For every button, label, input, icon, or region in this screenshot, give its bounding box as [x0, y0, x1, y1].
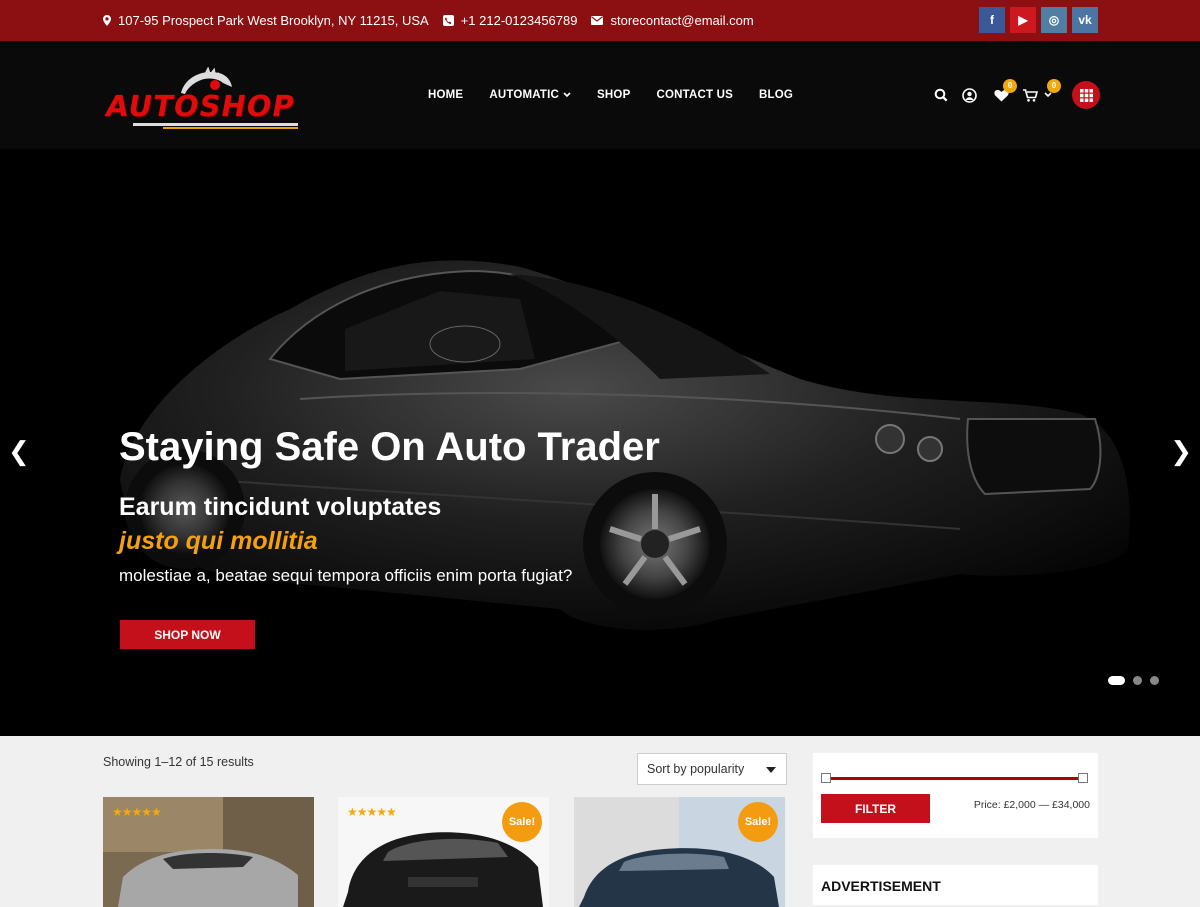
nav-blog-label: BLOG [758, 89, 794, 101]
contact-info: 107-95 Prospect Park West Brooklyn, NY 1… [103, 0, 768, 41]
logo-underline-accent [163, 127, 298, 129]
nav-shop-label: SHOP [597, 89, 631, 101]
logo-text: AUTOSHOP [103, 89, 298, 123]
shop-now-button[interactable]: SHOP NOW [120, 620, 255, 649]
site-logo[interactable]: AUTOSHOP [103, 65, 323, 131]
sale-badge: Sale! [738, 802, 778, 842]
rating-stars: ★★★★★ [347, 805, 397, 819]
search-icon [934, 88, 948, 102]
price-min-handle[interactable] [821, 773, 831, 783]
site-header: AUTOSHOP HOME AUTOMATIC SHOP CONTACT US … [0, 41, 1200, 149]
filter-button[interactable]: FILTER [821, 794, 930, 823]
map-marker-icon [103, 15, 111, 26]
account-button[interactable] [962, 87, 977, 103]
hero-subtitle: Earum tincidunt voluptates [119, 493, 442, 521]
sort-select[interactable]: Sort by popularity [637, 753, 787, 785]
user-icon [962, 87, 977, 103]
wishlist-button[interactable]: 0 [994, 78, 1017, 102]
product-card[interactable]: ★★★★★ [103, 797, 314, 907]
rating-stars: ★★★★★ [112, 805, 162, 819]
hero-subtitle-highlight: justo qui mollitia [119, 527, 318, 555]
social-links: f ▶ ◎ vk [979, 7, 1098, 33]
email-info: storecontact@email.com [591, 13, 754, 28]
youtube-icon[interactable]: ▶ [1010, 7, 1036, 33]
header-actions: 0 0 [920, 41, 1100, 149]
instagram-icon[interactable]: ◎ [1041, 7, 1067, 33]
top-bar: 107-95 Prospect Park West Brooklyn, NY 1… [0, 0, 1200, 41]
email-text[interactable]: storecontact@email.com [610, 13, 753, 28]
slider-prev-button[interactable]: ❮ [8, 437, 30, 467]
slider-dot[interactable] [1108, 676, 1125, 685]
advertisement-widget: ADVERTISEMENT [813, 865, 1098, 905]
caret-down-icon [766, 767, 776, 773]
slider-dot[interactable] [1150, 676, 1159, 685]
cart-icon [1023, 88, 1038, 102]
address-info: 107-95 Prospect Park West Brooklyn, NY 1… [103, 13, 429, 28]
logo-underline [133, 123, 298, 126]
facebook-icon[interactable]: f [979, 7, 1005, 33]
nav-contact-us-label: CONTACT US [656, 89, 733, 101]
wishlist-count-badge: 0 [1003, 78, 1017, 93]
product-card[interactable]: ★★★★★ Sale! [338, 797, 549, 907]
phone-icon [442, 15, 454, 26]
envelope-icon [591, 16, 604, 25]
grid-icon [1079, 88, 1093, 102]
nav-blog[interactable]: BLOG [759, 89, 793, 101]
cart-count-badge: 0 [1047, 78, 1061, 93]
sort-selected-value: Sort by popularity [647, 762, 745, 776]
nav-shop[interactable]: SHOP [597, 89, 630, 101]
slider-dot[interactable] [1133, 676, 1142, 685]
search-button[interactable] [934, 88, 948, 102]
nav-home-label: HOME [428, 89, 464, 101]
hero-description: molestiae a, beatae sequi tempora offici… [119, 566, 573, 585]
hero-slider: ❮ ❯ Staying Safe On Auto Trader Earum ti… [0, 149, 1200, 736]
price-range-track[interactable] [826, 777, 1084, 780]
product-card[interactable]: Sale! [574, 797, 785, 907]
result-count: Showing 1–12 of 15 results [103, 755, 254, 769]
price-max-handle[interactable] [1078, 773, 1088, 783]
main-nav: HOME AUTOMATIC SHOP CONTACT US BLOG [428, 41, 793, 149]
address-text: 107-95 Prospect Park West Brooklyn, NY 1… [118, 13, 429, 28]
sale-badge: Sale! [502, 802, 542, 842]
cart-button[interactable]: 0 [1023, 78, 1061, 102]
slider-next-button[interactable]: ❯ [1170, 437, 1192, 467]
hero-title: Staying Safe On Auto Trader [119, 425, 660, 469]
nav-contact-us[interactable]: CONTACT US [656, 89, 733, 101]
vk-icon[interactable]: vk [1072, 7, 1098, 33]
price-filter-widget: FILTER Price: £2,000 — £34,000 [813, 753, 1098, 838]
nav-automatic[interactable]: AUTOMATIC [489, 89, 571, 101]
chevron-down-icon [563, 92, 571, 98]
apps-menu-button[interactable] [1072, 81, 1100, 109]
price-range-label: Price: £2,000 — £34,000 [973, 799, 1090, 811]
phone-info: +1 212-0123456789 [442, 13, 578, 28]
chevron-down-icon [1044, 92, 1052, 98]
slider-pagination [1108, 676, 1159, 685]
nav-automatic-label: AUTOMATIC [489, 89, 560, 101]
phone-text[interactable]: +1 212-0123456789 [461, 13, 578, 28]
advertisement-title: ADVERTISEMENT [821, 878, 941, 894]
nav-home[interactable]: HOME [428, 89, 463, 101]
